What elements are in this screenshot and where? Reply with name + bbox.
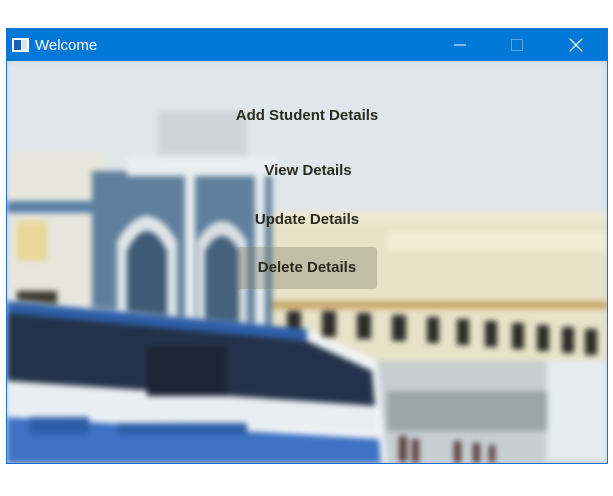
window-title: Welcome — [35, 37, 98, 54]
app-window-icon — [12, 38, 29, 52]
minimize-icon — [454, 44, 466, 46]
minimize-button[interactable] — [432, 29, 488, 61]
update-details-button[interactable]: Update Details — [242, 207, 372, 233]
title-bar[interactable]: Welcome — [7, 29, 607, 61]
close-icon — [569, 38, 583, 52]
add-student-details-button[interactable]: Add Student Details — [222, 103, 392, 129]
view-details-button[interactable]: View Details — [252, 158, 364, 184]
maximize-icon — [511, 39, 523, 51]
maximize-button[interactable] — [489, 29, 545, 61]
window-content: Add Student Details View Details Update … — [7, 61, 607, 463]
app-window: Welcome Add Student Details View Details… — [7, 29, 607, 463]
delete-details-button[interactable]: Delete Details — [237, 247, 377, 289]
close-button[interactable] — [548, 29, 604, 61]
